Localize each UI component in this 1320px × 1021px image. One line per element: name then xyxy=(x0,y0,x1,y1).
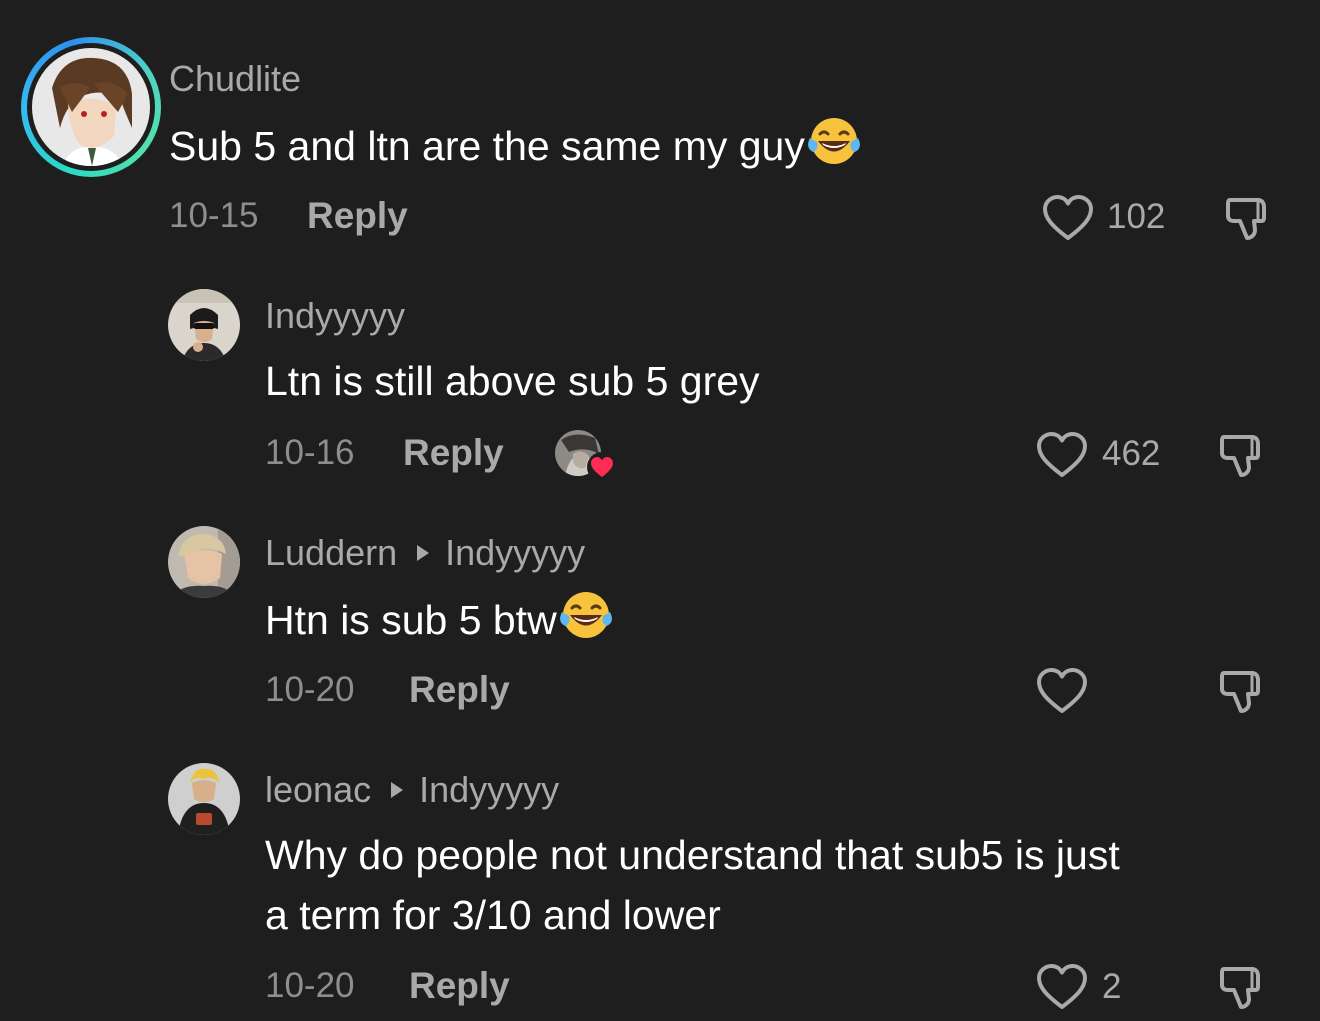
heart-icon[interactable] xyxy=(1042,194,1094,242)
comment-text: Why do people not understand that sub5 i… xyxy=(265,825,1120,945)
comment-text: Htn is sub 5 btw xyxy=(265,588,613,650)
comment-date: 10-15 xyxy=(169,196,259,235)
comment-text-line: a term for 3/10 and lower xyxy=(265,892,721,938)
comment-text: Sub 5 and ltn are the same my guy xyxy=(169,114,861,176)
comment-date: 10-20 xyxy=(265,670,355,709)
story-ring[interactable] xyxy=(21,37,161,177)
username-text[interactable]: leonac xyxy=(265,769,371,811)
comment-username[interactable]: Luddern Indyyyyy xyxy=(265,532,585,574)
reply-to-username[interactable]: Indyyyyy xyxy=(445,532,585,574)
avatar[interactable] xyxy=(168,526,240,598)
reply-button[interactable]: Reply xyxy=(409,965,510,1007)
comment-date: 10-16 xyxy=(265,433,355,472)
thumb-down-icon[interactable] xyxy=(1222,194,1274,242)
comment-text-line: Why do people not understand that sub5 i… xyxy=(265,832,1120,878)
comment-text-content: Ltn is still above sub 5 grey xyxy=(265,358,760,404)
liked-by-creator-badge xyxy=(555,430,617,482)
like-count: 102 xyxy=(1107,197,1166,236)
like-count: 462 xyxy=(1102,434,1161,473)
comment-text: Ltn is still above sub 5 grey xyxy=(265,351,760,411)
heart-icon[interactable] xyxy=(1036,667,1088,715)
heart-icon[interactable] xyxy=(1036,431,1088,479)
reply-arrow-icon xyxy=(417,545,430,561)
reply-button[interactable]: Reply xyxy=(403,432,504,474)
comment-username[interactable]: Indyyyyy xyxy=(265,295,405,337)
thumb-down-icon[interactable] xyxy=(1216,667,1268,715)
comment-text-content: Sub 5 and ltn are the same my guy xyxy=(169,123,805,169)
reply-arrow-icon xyxy=(391,782,404,798)
comment-username[interactable]: Chudlite xyxy=(169,58,301,100)
username-text[interactable]: Indyyyyy xyxy=(265,295,405,337)
comment-date: 10-20 xyxy=(265,966,355,1005)
comment-text-content: Htn is sub 5 btw xyxy=(265,597,557,643)
avatar[interactable] xyxy=(168,763,240,835)
avatar[interactable] xyxy=(32,48,150,166)
like-count: 2 xyxy=(1102,967,1122,1006)
avatar[interactable] xyxy=(168,289,240,361)
thumb-down-icon[interactable] xyxy=(1216,431,1268,479)
reply-button[interactable]: Reply xyxy=(307,195,408,237)
heart-icon[interactable] xyxy=(1036,963,1088,1011)
reply-button[interactable]: Reply xyxy=(409,669,510,711)
heart-badge-icon xyxy=(587,452,617,482)
face-with-tears-of-joy-icon xyxy=(807,114,861,168)
thumb-down-icon[interactable] xyxy=(1216,963,1268,1011)
username-text[interactable]: Luddern xyxy=(265,532,397,574)
username-text[interactable]: Chudlite xyxy=(169,58,301,100)
face-with-tears-of-joy-icon xyxy=(559,588,613,642)
comment-username[interactable]: leonac Indyyyyy xyxy=(265,769,559,811)
reply-to-username[interactable]: Indyyyyy xyxy=(419,769,559,811)
